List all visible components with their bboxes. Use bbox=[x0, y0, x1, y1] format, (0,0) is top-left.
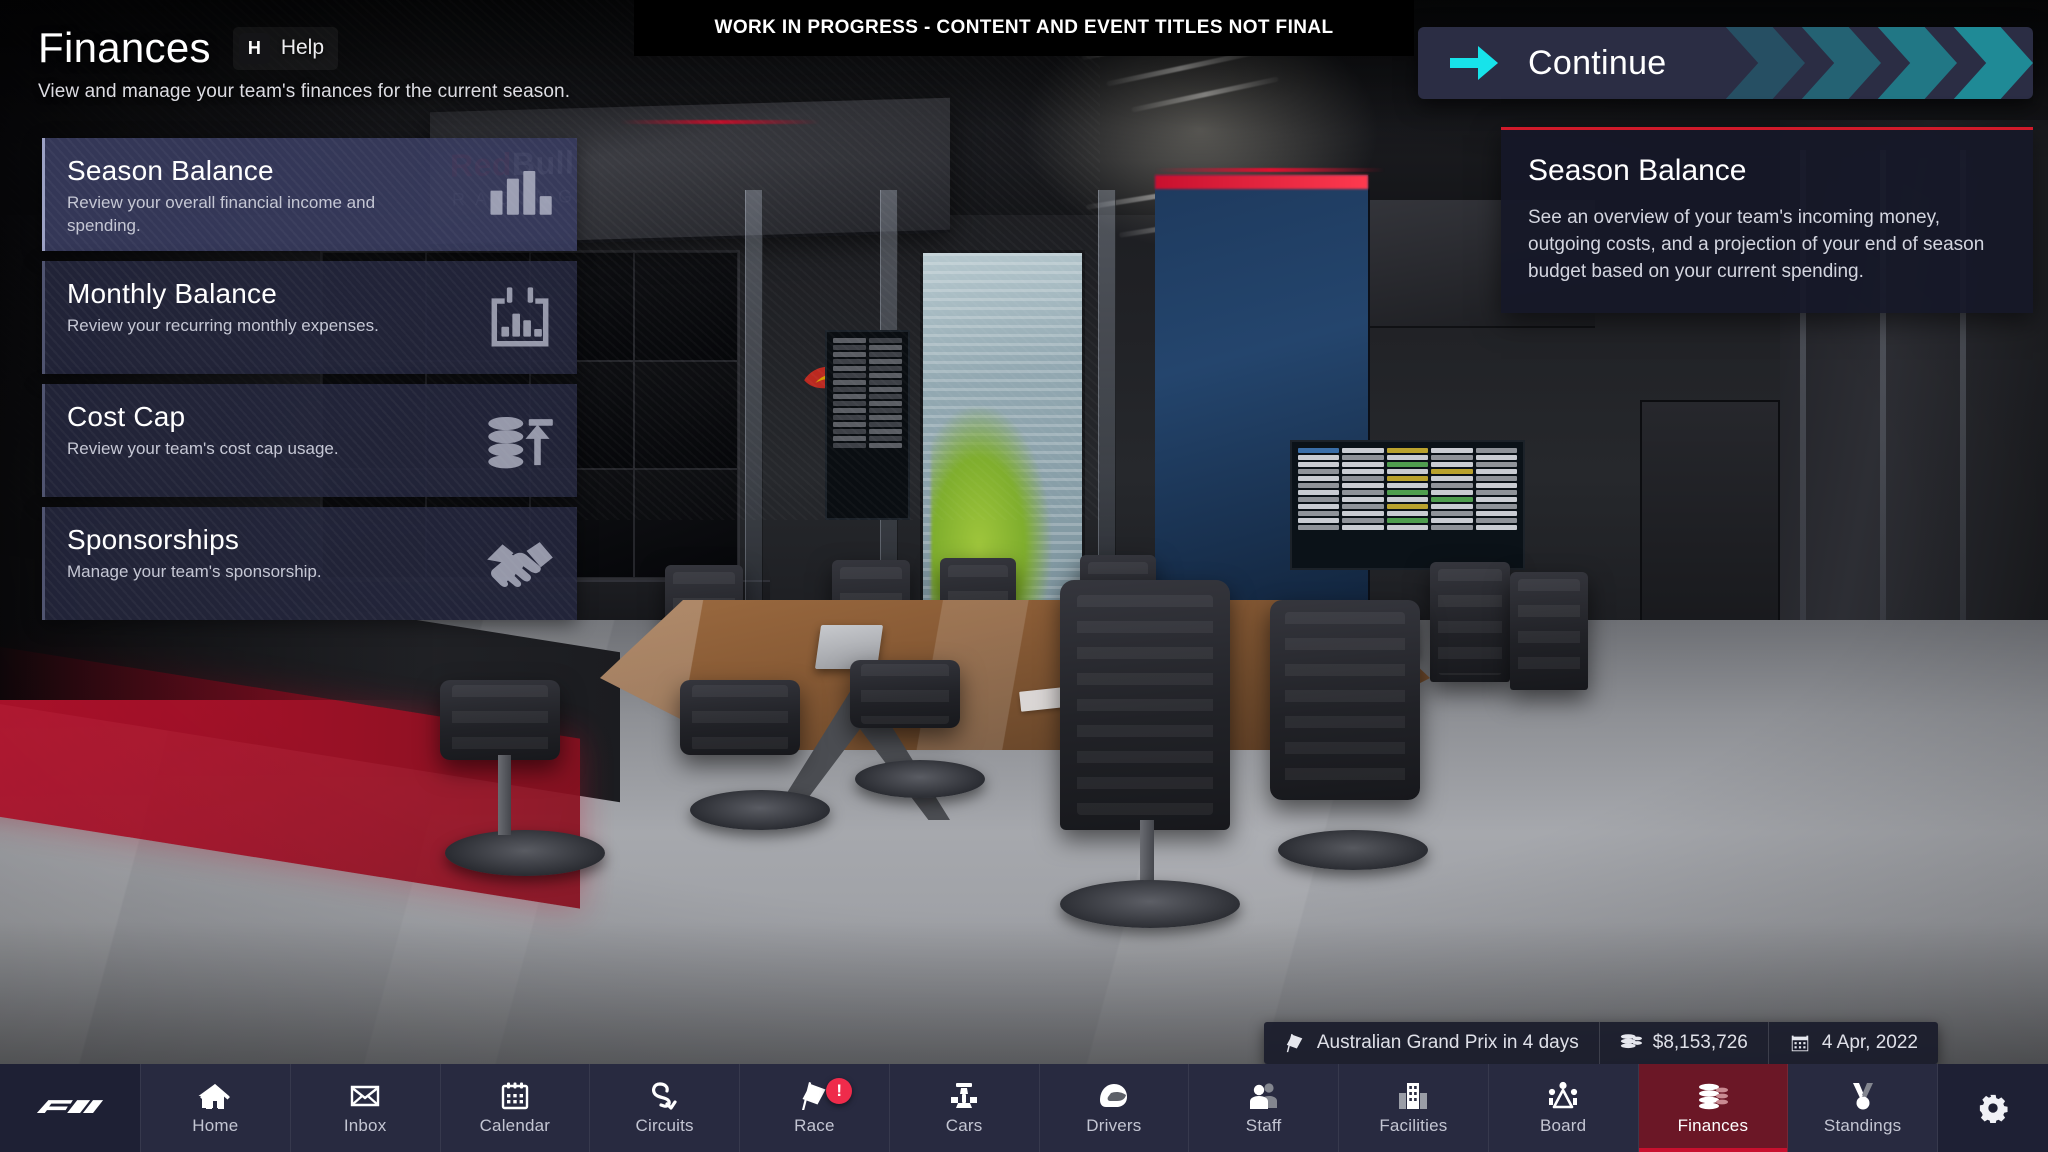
status-date-text: 4 Apr, 2022 bbox=[1821, 1032, 1918, 1053]
board-icon bbox=[1546, 1080, 1580, 1112]
race-flag-icon bbox=[1284, 1032, 1306, 1054]
nav-item-label: Inbox bbox=[343, 1116, 387, 1135]
page-header: Finances H Help View and manage your tea… bbox=[38, 24, 570, 103]
nav-item-board[interactable]: Board bbox=[1488, 1064, 1639, 1152]
card-title: Season Balance bbox=[67, 155, 274, 186]
calendar-icon bbox=[1789, 1032, 1811, 1054]
nav-item-drivers[interactable]: Drivers bbox=[1039, 1064, 1190, 1152]
status-next-race-text: Australian Grand Prix in 4 days bbox=[1316, 1032, 1579, 1053]
car-icon bbox=[947, 1080, 981, 1112]
nav-item-inbox[interactable]: Inbox bbox=[290, 1064, 441, 1152]
card-description: Review your overall financial income and… bbox=[67, 193, 376, 235]
info-tooltip-panel: Season Balance See an overview of your t… bbox=[1501, 127, 2033, 313]
wip-text: WORK IN PROGRESS - CONTENT AND EVENT TIT… bbox=[714, 17, 1334, 38]
nav-item-circuits[interactable]: Circuits bbox=[590, 1064, 740, 1152]
menu-card-cost-cap[interactable]: Cost Cap Review your team's cost cap usa… bbox=[42, 384, 577, 497]
finance-menu-list: Season Balance Review your overall finan… bbox=[42, 138, 577, 630]
handshake-icon bbox=[485, 529, 555, 599]
calendar-icon bbox=[498, 1080, 532, 1112]
card-description: Review your recurring monthly expenses. bbox=[67, 316, 379, 335]
settings-button[interactable] bbox=[1938, 1064, 2048, 1152]
nav-item-facilities[interactable]: Facilities bbox=[1339, 1064, 1489, 1152]
bar-chart-icon bbox=[485, 160, 555, 230]
nav-item-finances[interactable]: Finances bbox=[1638, 1064, 1789, 1152]
work-in-progress-banner: WORK IN PROGRESS - CONTENT AND EVENT TIT… bbox=[634, 0, 1414, 56]
helmet-icon bbox=[1097, 1080, 1131, 1112]
nav-item-label: Race bbox=[794, 1116, 835, 1135]
mail-icon bbox=[348, 1080, 382, 1112]
home-icon bbox=[198, 1080, 232, 1112]
menu-card-monthly-balance[interactable]: Monthly Balance Review your recurring mo… bbox=[42, 261, 577, 374]
monthly-chart-icon bbox=[485, 283, 555, 353]
nav-items: Home Inbox Calendar Circuits Race ! Cars… bbox=[140, 1064, 1938, 1152]
card-description: Manage your team's sponsorship. bbox=[67, 562, 322, 581]
card-description: Review your team's cost cap usage. bbox=[67, 439, 339, 458]
f1-logo bbox=[0, 1064, 140, 1152]
page-title: Finances bbox=[38, 24, 211, 71]
nav-item-label: Circuits bbox=[635, 1116, 694, 1135]
card-title: Sponsorships bbox=[67, 524, 240, 555]
gear-icon bbox=[1978, 1093, 2008, 1123]
page-subtitle: View and manage your team's finances for… bbox=[38, 81, 571, 102]
status-next-race[interactable]: Australian Grand Prix in 4 days bbox=[1264, 1022, 1600, 1064]
status-balance-text: $8,153,726 bbox=[1652, 1032, 1748, 1053]
nav-item-cars[interactable]: Cars bbox=[889, 1064, 1040, 1152]
nav-item-label: Cars bbox=[945, 1116, 983, 1135]
arrow-right-icon bbox=[1448, 41, 1500, 85]
medal-icon bbox=[1846, 1080, 1880, 1112]
nav-item-home[interactable]: Home bbox=[140, 1064, 291, 1152]
nav-item-race[interactable]: Race ! bbox=[740, 1064, 890, 1152]
nav-item-label: Home bbox=[192, 1116, 239, 1135]
nav-item-label: Drivers bbox=[1086, 1116, 1142, 1135]
help-button[interactable]: H Help bbox=[232, 26, 339, 70]
status-date[interactable]: 4 Apr, 2022 bbox=[1769, 1022, 1938, 1064]
menu-card-sponsorships[interactable]: Sponsorships Manage your team's sponsors… bbox=[42, 507, 577, 620]
card-title: Cost Cap bbox=[67, 401, 186, 432]
help-key-badge: H bbox=[238, 32, 270, 64]
money-stack-icon bbox=[1696, 1080, 1730, 1112]
building-icon bbox=[1396, 1080, 1430, 1112]
cost-cap-icon bbox=[485, 406, 555, 476]
nav-item-label: Board bbox=[1539, 1116, 1587, 1135]
race-alert-badge: ! bbox=[826, 1078, 853, 1104]
status-bar: Australian Grand Prix in 4 days $8,153,7… bbox=[1263, 1022, 1938, 1064]
nav-item-label: Calendar bbox=[479, 1116, 551, 1135]
nav-item-label: Standings bbox=[1823, 1116, 1902, 1135]
continue-label: Continue bbox=[1528, 43, 1667, 82]
menu-card-season-balance[interactable]: Season Balance Review your overall finan… bbox=[42, 138, 577, 251]
chevron-decoration bbox=[1693, 27, 2033, 99]
status-balance[interactable]: $8,153,726 bbox=[1600, 1022, 1769, 1064]
nav-item-label: Staff bbox=[1245, 1116, 1282, 1135]
nav-item-label: Finances bbox=[1677, 1116, 1749, 1135]
continue-button[interactable]: Continue bbox=[1418, 27, 2033, 99]
nav-item-standings[interactable]: Standings bbox=[1788, 1064, 1938, 1152]
help-label: Help bbox=[280, 36, 325, 59]
tooltip-title: Season Balance bbox=[1528, 154, 1747, 187]
people-icon bbox=[1247, 1080, 1281, 1112]
circuit-icon bbox=[648, 1080, 682, 1112]
money-stack-icon bbox=[1620, 1032, 1642, 1054]
tooltip-body: See an overview of your team's incoming … bbox=[1528, 207, 1985, 282]
nav-item-label: Facilities bbox=[1379, 1116, 1448, 1135]
nav-item-calendar[interactable]: Calendar bbox=[440, 1064, 591, 1152]
card-title: Monthly Balance bbox=[67, 278, 278, 309]
nav-item-staff[interactable]: Staff bbox=[1189, 1064, 1339, 1152]
bottom-navigation-bar: Home Inbox Calendar Circuits Race ! Cars… bbox=[0, 1064, 2048, 1152]
